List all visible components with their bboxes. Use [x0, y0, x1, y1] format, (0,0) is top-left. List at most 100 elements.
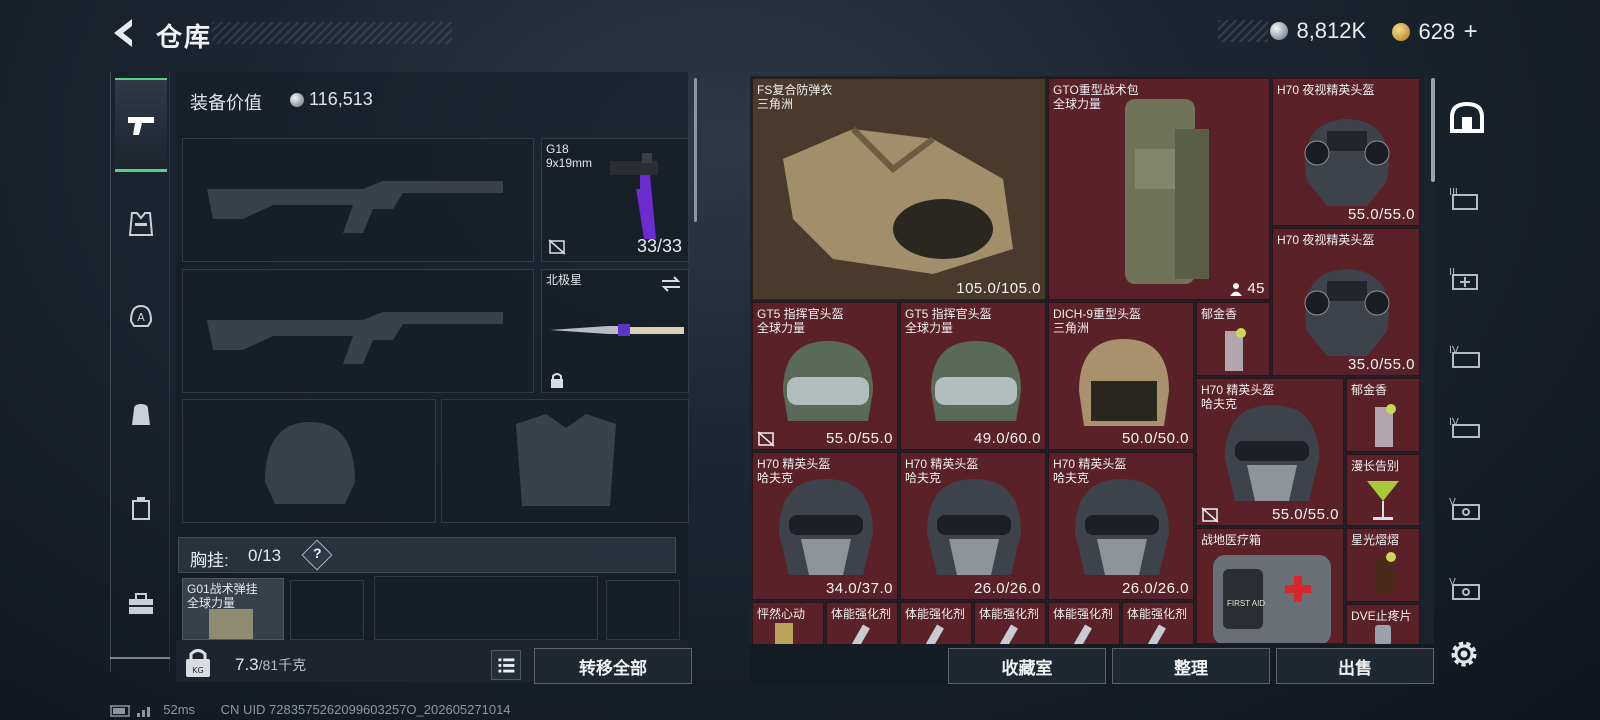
transfer-all-button[interactable]: 转移全部	[534, 648, 692, 684]
sidearm-slot[interactable]: G18 9x19mm 33/33	[541, 138, 689, 262]
add-currency-button[interactable]: +	[1464, 18, 1478, 45]
category-weapons[interactable]	[115, 78, 167, 172]
item-durability: 50.0/50.0	[1121, 430, 1189, 447]
tab-storage-5a[interactable]: V	[1444, 486, 1490, 530]
category-container[interactable]	[117, 484, 165, 532]
gear-icon[interactable]	[1446, 636, 1482, 672]
chest-rig-item[interactable]: G01战术弹挂 全球力量	[182, 578, 284, 640]
category-toolbox[interactable]	[117, 580, 165, 628]
rifle-silhouette-icon	[207, 312, 503, 364]
item-durability: 55.0/55.0	[1271, 506, 1339, 523]
item-durability: 26.0/26.0	[1121, 580, 1189, 597]
category-armor[interactable]	[117, 200, 165, 248]
melee-name: 北极星	[546, 273, 583, 287]
storage-item[interactable]: 战地医疗箱 FIRST AID	[1196, 528, 1344, 644]
storage-item[interactable]: 体能强化剂	[826, 602, 898, 644]
chest-rig-label: 胸挂:	[190, 551, 229, 570]
melee-slot[interactable]: 北极星	[541, 269, 689, 393]
storage-tabs: III II IV IV V V	[1440, 76, 1496, 642]
storage-safe-icon: V	[1449, 497, 1480, 520]
item-name: H70 夜视精英头盔	[1277, 233, 1375, 247]
currency-gold-amount: 628	[1418, 19, 1456, 44]
helmet-image	[783, 341, 873, 421]
equipment-scrollbar[interactable]	[694, 78, 697, 222]
chest-rig-pocket[interactable]	[606, 580, 680, 640]
item-name: 星光熠熠	[1351, 533, 1400, 547]
storage-item[interactable]: DICH-9重型头盔 三角洲 50.0/50.0	[1048, 302, 1194, 450]
storage-item[interactable]: 怦然心动	[752, 602, 824, 644]
storage-item[interactable]: H70 夜视精英头盔 35.0/55.0	[1272, 228, 1420, 376]
helmet-image	[1225, 405, 1319, 501]
helmet-image	[927, 479, 1021, 575]
helmet-slot[interactable]	[182, 399, 436, 523]
item-name: 体能强化剂	[1127, 607, 1188, 621]
organize-button[interactable]: 整理	[1112, 648, 1270, 684]
storage-scrollbar[interactable]	[1431, 78, 1435, 182]
back-arrow-icon[interactable]	[108, 16, 140, 50]
item-name: H70 精英头盔	[1201, 383, 1275, 397]
storage-item[interactable]: H70 精英头盔 哈夫克 55.0/55.0	[1196, 378, 1344, 526]
armor-silhouette-icon	[516, 414, 616, 506]
storage-item[interactable]: DVE止疼片	[1346, 604, 1420, 644]
carry-weight-max: /81千克	[258, 657, 307, 673]
cocktail-image	[1367, 481, 1399, 520]
storage-item[interactable]: H70 精英头盔 哈夫克 26.0/26.0	[1048, 452, 1194, 600]
storage-item[interactable]: GT5 指挥官头盔 全球力量 49.0/60.0	[900, 302, 1046, 450]
storage-item[interactable]: 体能强化剂	[1048, 602, 1120, 644]
category-helmet[interactable]: A	[117, 292, 165, 340]
storage-item[interactable]: 星光熠熠	[1346, 528, 1420, 602]
toolbox-icon	[129, 593, 153, 614]
storage-item[interactable]: H70 精英头盔 哈夫克 34.0/37.0	[752, 452, 898, 600]
storage-item[interactable]: 体能强化剂	[974, 602, 1046, 644]
item-name: FS复合防弹衣	[757, 83, 833, 97]
chest-rig-pocket[interactable]	[290, 580, 364, 640]
secondary-weapon-slot[interactable]	[182, 269, 534, 393]
tab-storage-4a[interactable]: IV	[1444, 334, 1490, 378]
storage-case-icon: IV	[1449, 417, 1480, 438]
tab-main-storage[interactable]	[1444, 96, 1490, 140]
pistol-icon	[128, 116, 154, 135]
swap-icon[interactable]	[660, 276, 682, 292]
title-decoration	[212, 22, 452, 44]
item-durability: 105.0/105.0	[956, 280, 1041, 297]
currency-gold[interactable]: 628 +	[1392, 18, 1478, 46]
knife-image	[550, 324, 684, 336]
storage-safe-icon: V	[1449, 577, 1480, 600]
item-name: 郁金香	[1201, 307, 1238, 321]
tab-storage-4b[interactable]: IV	[1444, 406, 1490, 450]
storage-item[interactable]: H70 夜视精英头盔 55.0/55.0	[1272, 78, 1420, 226]
sell-button[interactable]: 出售	[1276, 648, 1434, 684]
tab-storage-3[interactable]: III	[1444, 176, 1490, 220]
kg-lock-icon[interactable]: KG	[180, 646, 216, 680]
item-name: H70 精英头盔	[1053, 457, 1127, 471]
nv-helmet-image	[1304, 119, 1390, 206]
item-name: 郁金香	[1351, 383, 1388, 397]
no-insure-icon	[757, 431, 775, 447]
primary-weapon-slot[interactable]	[182, 138, 534, 262]
storage-item[interactable]: H70 精英头盔 哈夫克 26.0/26.0	[900, 452, 1046, 600]
pill-bottle-image	[1375, 625, 1391, 644]
storage-item[interactable]: GT5 指挥官头盔 全球力量 55.0/55.0	[752, 302, 898, 450]
silver-coin-icon	[1270, 22, 1288, 40]
armor-slot[interactable]	[441, 399, 689, 523]
item-name: 漫长告别	[1351, 459, 1400, 473]
storage-item[interactable]: FS复合防弹衣 三角洲 105.0/105.0	[752, 78, 1046, 300]
storage-item[interactable]: GTO重型战术包 全球力量 45	[1048, 78, 1270, 300]
tab-storage-2[interactable]: II	[1444, 256, 1490, 300]
page-title: 仓库	[156, 22, 213, 52]
storage-item[interactable]: 体能强化剂	[900, 602, 972, 644]
storage-item[interactable]: 郁金香	[1196, 302, 1270, 376]
lock-icon	[551, 373, 563, 388]
item-name: DVE止疼片	[1351, 609, 1412, 623]
list-icon[interactable]	[491, 650, 521, 680]
storage-item[interactable]: 体能强化剂	[1122, 602, 1194, 644]
chest-rig-pocket[interactable]	[374, 576, 598, 640]
storage-item[interactable]: 漫长告别	[1346, 454, 1420, 526]
tab-storage-5b[interactable]: V	[1444, 566, 1490, 610]
category-backpack[interactable]	[117, 390, 165, 438]
sidearm-ammo: 33/33	[636, 236, 682, 256]
collection-room-button[interactable]: 收藏室	[948, 648, 1106, 684]
item-name: 体能强化剂	[979, 607, 1040, 621]
storage-item[interactable]: 郁金香	[1346, 378, 1420, 452]
storage-folder-icon: IV	[1449, 345, 1480, 368]
